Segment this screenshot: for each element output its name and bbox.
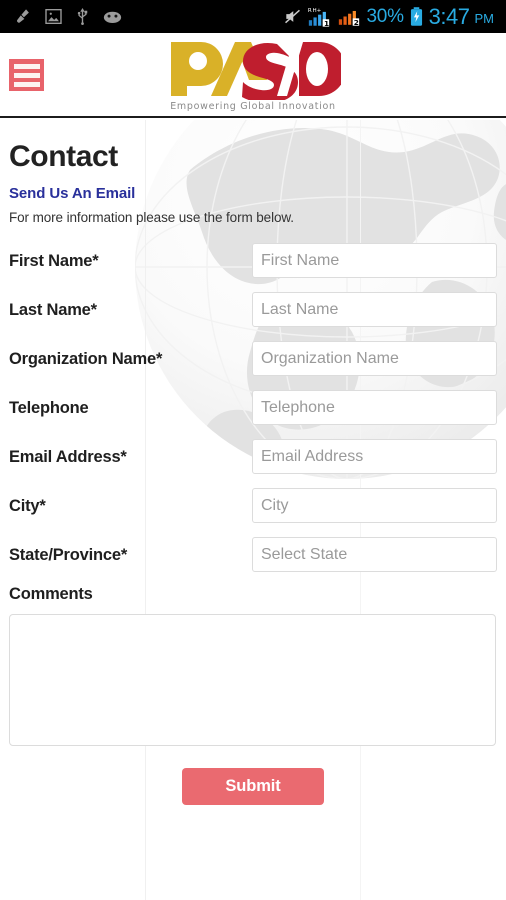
battery-percent-label: 30% xyxy=(366,5,404,27)
required-marker: * xyxy=(120,546,128,564)
form-row-email-address: Email Address* xyxy=(9,436,497,485)
contact-form: First Name* Last Name* Organization Name… xyxy=(9,240,497,805)
contact-page: Contact Send Us An Email For more inform… xyxy=(0,120,506,900)
email-address-input[interactable] xyxy=(252,439,497,474)
gallery-image-icon xyxy=(45,9,62,24)
first-name-input[interactable] xyxy=(252,243,497,278)
submit-row: Submit xyxy=(9,768,497,805)
form-row-last-name: Last Name* xyxy=(9,289,497,338)
form-row-first-name: First Name* xyxy=(9,240,497,289)
form-row-state-province: State/Province* xyxy=(9,534,497,583)
label-last-name: Last Name* xyxy=(9,301,97,319)
signal-bars-sim2-icon: 2 xyxy=(337,7,361,27)
form-row-telephone: Telephone xyxy=(9,387,497,436)
last-name-input[interactable] xyxy=(252,292,497,327)
city-input[interactable] xyxy=(252,488,497,523)
organization-name-input[interactable] xyxy=(252,341,497,376)
volume-muted-icon xyxy=(284,8,301,25)
status-system-icons: R H+ 1 2 30% 3:47 PM xyxy=(284,4,500,30)
signal-bars-sim1-icon: R H+ 1 xyxy=(307,6,331,28)
app-header-bar: Empowering Global Innovation xyxy=(0,33,506,118)
label-telephone: Telephone xyxy=(9,399,89,417)
form-row-city: City* xyxy=(9,485,497,534)
page-title: Contact xyxy=(9,140,118,173)
page-intro-text: For more information please use the form… xyxy=(9,210,294,225)
label-state-province: State/Province* xyxy=(9,546,128,564)
label-city: City* xyxy=(9,497,46,515)
page-subtitle[interactable]: Send Us An Email xyxy=(9,185,497,202)
svg-text:R: R xyxy=(307,8,311,14)
label-comments: Comments xyxy=(9,585,93,603)
pasd-logo[interactable]: Empowering Global Innovation xyxy=(0,38,506,112)
logo-tagline: Empowering Global Innovation xyxy=(170,101,336,112)
state-province-select[interactable] xyxy=(252,537,497,572)
clock-ampm: PM xyxy=(474,11,495,26)
android-robot-icon xyxy=(103,10,122,23)
broom-cleaner-icon xyxy=(14,8,31,25)
svg-text:2: 2 xyxy=(353,18,358,26)
usb-icon xyxy=(76,8,89,25)
telephone-input[interactable] xyxy=(252,390,497,425)
required-marker: * xyxy=(155,350,163,368)
svg-text:H+: H+ xyxy=(312,8,321,14)
phone-screen: R H+ 1 2 30% 3:47 PM Empowering Global I… xyxy=(0,0,506,900)
required-marker: * xyxy=(90,301,97,319)
android-status-bar: R H+ 1 2 30% 3:47 PM xyxy=(0,0,506,33)
comments-textarea[interactable] xyxy=(9,614,496,746)
submit-button[interactable]: Submit xyxy=(182,768,324,805)
required-marker: * xyxy=(92,252,99,270)
label-organization-name: Organization Name* xyxy=(9,350,163,368)
form-row-organization-name: Organization Name* xyxy=(9,338,497,387)
svg-text:1: 1 xyxy=(324,19,329,27)
label-email-address: Email Address* xyxy=(9,448,127,466)
label-first-name: First Name* xyxy=(9,252,99,270)
battery-charging-icon xyxy=(410,7,423,26)
required-marker: * xyxy=(120,448,127,466)
status-notification-icons xyxy=(14,8,122,25)
clock-time: 3:47 xyxy=(428,3,470,29)
required-marker: * xyxy=(39,497,46,515)
pasd-logo-mark xyxy=(165,38,346,103)
